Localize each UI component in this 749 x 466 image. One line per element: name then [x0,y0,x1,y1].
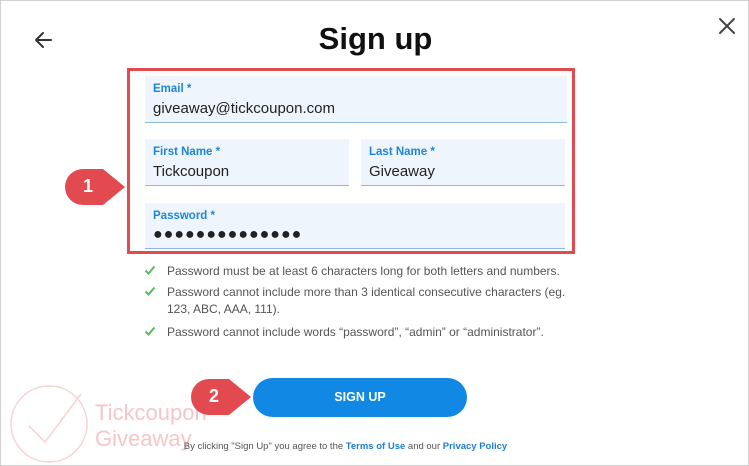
first-name-field[interactable]: First Name * Tickcoupon [145,139,349,186]
email-label: Email * [153,83,192,95]
last-name-label: Last Name * [369,146,435,158]
callout-1-number: 1 [82,176,93,196]
password-rule-text: Password cannot include words “password”… [167,325,544,339]
callout-2-number: 2 [208,386,219,406]
terms-prefix: By clicking "Sign Up" you agree to the [183,441,346,452]
email-field[interactable]: Email * giveaway@tickcoupon.com [145,76,567,123]
first-name-input[interactable]: Tickcoupon [153,163,229,180]
email-input[interactable]: giveaway@tickcoupon.com [153,100,335,117]
last-name-input[interactable]: Giveaway [369,163,435,180]
terms-notice: By clicking "Sign Up" you agree to the T… [1,441,690,452]
terms-middle: and our [405,441,443,452]
password-rule-text: Password must be at least 6 characters l… [167,264,560,278]
signup-dialog: Tickcoupon Giveaway Sign up Email * give… [0,0,749,466]
page-title: Sign up [318,21,433,56]
password-input[interactable]: ●●●●●●●●●●●●●● [153,226,302,244]
terms-of-use-link[interactable]: Terms of Use [346,441,405,452]
callout-2: 2 [189,377,253,417]
first-name-label: First Name * [153,146,221,158]
check-icon [144,326,156,336]
password-field[interactable]: Password * ●●●●●●●●●●●●●● [145,203,565,249]
last-name-field[interactable]: Last Name * Giveaway [361,139,565,186]
sign-up-button[interactable]: SIGN UP [253,378,467,417]
privacy-policy-link[interactable]: Privacy Policy [443,441,507,452]
tickcoupon-watermark: Tickcoupon Giveaway [7,376,207,465]
watermark-logo-icon [10,385,88,463]
password-rule-text: Password cannot include more than 3 iden… [167,285,566,316]
check-icon [144,286,156,296]
check-icon [144,265,156,275]
callout-1: 1 [63,167,127,207]
password-label: Password * [153,210,215,222]
